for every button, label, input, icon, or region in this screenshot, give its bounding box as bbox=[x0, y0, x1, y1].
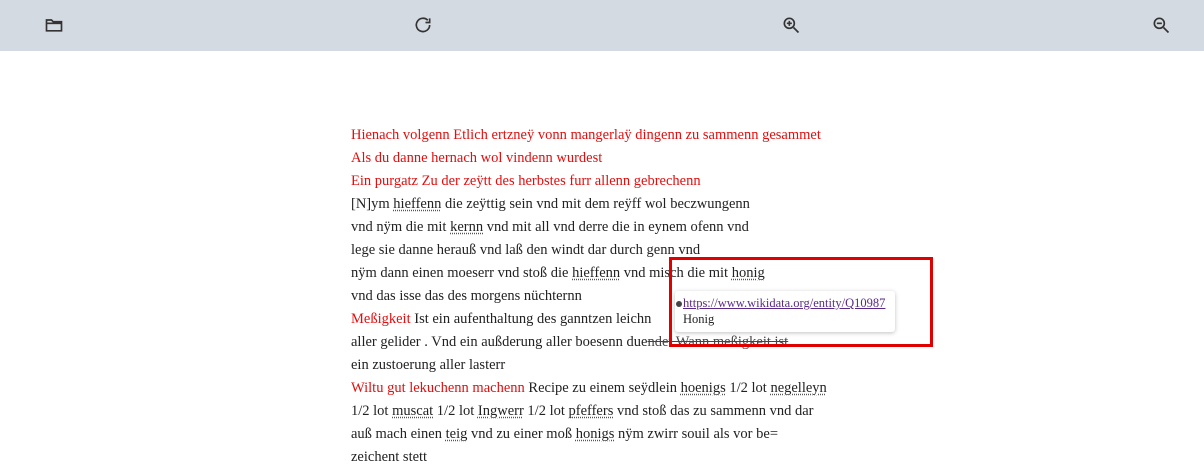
text-span: die zeÿttig sein vnd mit dem reÿff wol b… bbox=[441, 196, 750, 212]
entity-link[interactable]: honigs bbox=[576, 426, 615, 442]
zoom-in-icon bbox=[781, 15, 801, 35]
text-span: auß mach einen bbox=[351, 426, 446, 442]
open-folder-button[interactable] bbox=[42, 13, 66, 37]
rubric-word: Meßigkeit bbox=[351, 311, 411, 327]
entity-link-honig[interactable]: honig bbox=[732, 265, 765, 281]
text-line: 1/2 lot muscat 1/2 lot Ingwerr 1/2 lot p… bbox=[351, 400, 911, 423]
text-span: vnd misch die mit bbox=[620, 265, 732, 281]
entity-popup: https://www.wikidata.org/entity/Q10987 H… bbox=[675, 291, 895, 332]
entity-link[interactable]: kernn bbox=[450, 219, 483, 235]
toolbar bbox=[0, 0, 1204, 51]
text-span: [N]ym bbox=[351, 196, 393, 212]
wikidata-link[interactable]: https://www.wikidata.org/entity/Q10987 bbox=[683, 295, 887, 311]
popup-pointer bbox=[676, 301, 682, 307]
text-span: Ist ein aufenthaltung des ganntzen leich… bbox=[411, 311, 652, 327]
entity-link[interactable]: pfeffers bbox=[569, 403, 614, 419]
zoom-out-button[interactable] bbox=[1149, 13, 1173, 37]
rubric-heading: Hienach volgenn Etlich ertzneÿ vonn mang… bbox=[351, 124, 911, 147]
rubric-heading: Ein purgatz Zu der zeÿtt des herbstes fu… bbox=[351, 170, 911, 193]
text-span: nÿm dann einen moeserr vnd stoß die bbox=[351, 265, 572, 281]
text-span: vnd stoß das zu sammenn vnd dar bbox=[613, 403, 813, 419]
entity-link[interactable]: hieffenn bbox=[393, 196, 441, 212]
text-span: 1/2 lot bbox=[433, 403, 478, 419]
text-line: vnd nÿm die mit kernn vnd mit all vnd de… bbox=[351, 216, 911, 239]
entity-link[interactable]: teig bbox=[446, 426, 468, 442]
zoom-out-icon bbox=[1151, 15, 1171, 35]
text-line: auß mach einen teig vnd zu einer moß hon… bbox=[351, 423, 911, 446]
text-span: Recipe zu einem seÿdlein bbox=[525, 380, 681, 396]
text-line: aller gelider . Vnd ein außderung aller … bbox=[351, 331, 911, 354]
struck-text: ndet Wann meßigkeit ist bbox=[647, 334, 788, 350]
refresh-icon bbox=[413, 15, 433, 35]
text-span: aller gelider . Vnd ein außderung aller … bbox=[351, 334, 647, 350]
entity-link[interactable]: hieffenn bbox=[572, 265, 620, 281]
text-line: zeichent stett bbox=[351, 446, 911, 469]
text-span: 1/2 lot bbox=[351, 403, 392, 419]
entity-link[interactable]: negelleyn bbox=[770, 380, 826, 396]
rubric-word: Wiltu gut lekuchenn machenn bbox=[351, 380, 525, 396]
text-line: [N]ym hieffenn die zeÿttig sein vnd mit … bbox=[351, 193, 911, 216]
text-span: 1/2 lot bbox=[726, 380, 771, 396]
text-span: nÿm zwirr souil als vor be= bbox=[614, 426, 778, 442]
text-line: Wiltu gut lekuchenn machenn Recipe zu ei… bbox=[351, 377, 911, 400]
rubric-heading: Als du danne hernach wol vindenn wurdest bbox=[351, 147, 911, 170]
text-span: vnd nÿm die mit bbox=[351, 219, 450, 235]
entity-link[interactable]: Ingwerr bbox=[478, 403, 524, 419]
text-span: vnd zu einer moß bbox=[467, 426, 575, 442]
refresh-button[interactable] bbox=[411, 13, 435, 37]
text-line: lege sie danne herauß vnd laß den windt … bbox=[351, 239, 911, 262]
entity-link[interactable]: muscat bbox=[392, 403, 433, 419]
text-span: vnd mit all vnd derre die in eynem ofenn… bbox=[483, 219, 749, 235]
text-line: nÿm dann einen moeserr vnd stoß die hief… bbox=[351, 262, 911, 285]
entity-link[interactable]: hoenigs bbox=[681, 380, 726, 396]
text-span: 1/2 lot bbox=[524, 403, 569, 419]
text-line: ein zustoerung aller lasterr bbox=[351, 354, 911, 377]
folder-open-icon bbox=[44, 15, 64, 35]
zoom-in-button[interactable] bbox=[779, 13, 803, 37]
entity-label: Honig bbox=[683, 311, 887, 327]
